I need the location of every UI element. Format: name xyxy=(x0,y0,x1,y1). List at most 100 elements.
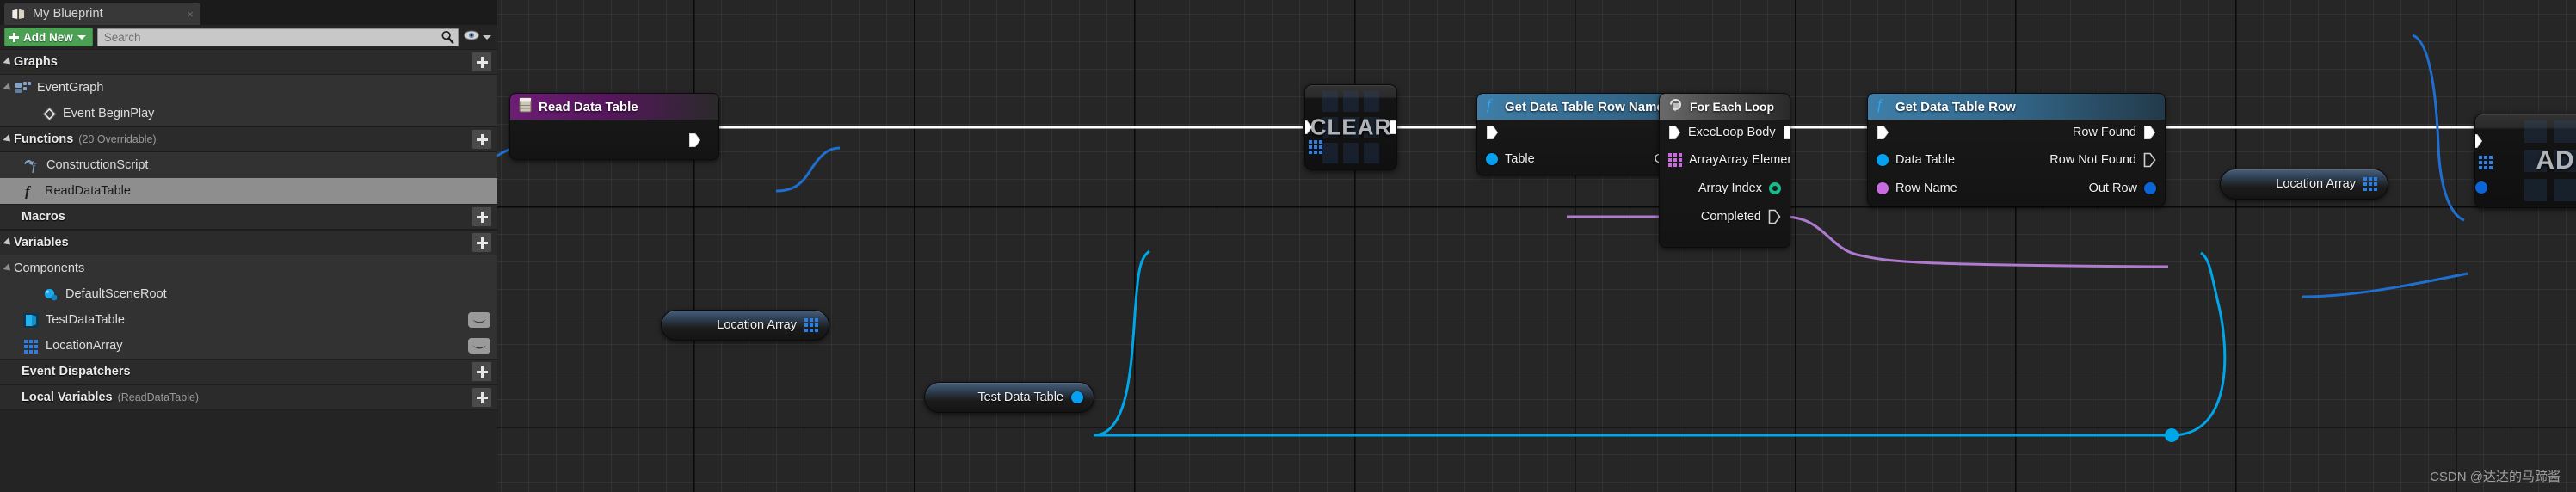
disclosure-triangle-icon[interactable] xyxy=(3,82,14,94)
item-label: TestDataTable xyxy=(46,313,125,327)
chevron-down-icon xyxy=(483,34,491,40)
watermark: CSDN @达达的马蹄酱 xyxy=(2430,470,2561,484)
pin-row-name-in[interactable]: Row Name xyxy=(1868,181,1957,195)
add-button[interactable] xyxy=(471,232,492,253)
variable-label: Location Array xyxy=(2276,177,2356,191)
disclosure-triangle-icon[interactable] xyxy=(3,237,14,249)
event-graph-canvas[interactable]: Read Data Table CLEAR f Get Data Table R… xyxy=(497,0,2576,492)
pin-row-not-found[interactable]: Row Not Found xyxy=(2049,152,2165,168)
tree-item-constructionscript[interactable]: f ConstructionScript xyxy=(0,152,497,178)
exec-arrow-icon xyxy=(1783,125,1790,140)
exec-in-pin[interactable] xyxy=(1305,120,1313,139)
tree-section-variables[interactable]: Variables xyxy=(0,230,497,255)
exec-out-pin[interactable] xyxy=(688,132,710,148)
loop-icon xyxy=(1668,97,1683,116)
pin-table-in[interactable]: Table xyxy=(1477,152,1535,166)
add-button[interactable] xyxy=(471,387,492,408)
node-for-each-loop-real[interactable]: For Each Loop Exec Loop Body Array Array… xyxy=(1659,93,1790,248)
plus-icon xyxy=(476,366,488,378)
node-location-array-left[interactable]: Location Array xyxy=(661,310,829,341)
tree-section-event-dispatchers[interactable]: Event Dispatchers xyxy=(0,359,497,384)
struct-pin-icon xyxy=(2144,181,2156,194)
node-test-data-table[interactable]: Test Data Table xyxy=(924,382,1094,413)
pin-data-table-in[interactable]: Data Table xyxy=(1868,153,1955,167)
array-in-pin[interactable] xyxy=(1309,140,1322,154)
pin-completed[interactable]: Completed xyxy=(1701,209,1790,224)
unreal-blueprint-editor: My Blueprint × Add New Search Graphs Eve… xyxy=(0,0,2576,492)
node-read-data-table[interactable]: Read Data Table xyxy=(509,93,719,160)
array-out-pin[interactable] xyxy=(2363,177,2377,191)
visibility-toggle[interactable] xyxy=(468,338,490,354)
node-get-data-table-row[interactable]: f Get Data Table Row Row Found Data Tabl… xyxy=(1867,93,2166,206)
pin-array-in[interactable]: Array xyxy=(1660,152,1719,167)
item-in-pin[interactable] xyxy=(2475,181,2487,194)
pin-loop-body[interactable]: Loop Body xyxy=(1716,125,1790,140)
tree-item-event-beginplay[interactable]: Event BeginPlay xyxy=(0,101,497,126)
section-sublabel: (ReadDataTable) xyxy=(117,391,200,403)
node-title-label: Get Data Table Row xyxy=(1895,99,2016,114)
pin-exec-in[interactable] xyxy=(1868,125,1889,140)
add-new-label: Add New xyxy=(23,30,73,44)
add-button[interactable] xyxy=(471,361,492,382)
add-new-button[interactable]: Add New xyxy=(4,28,93,46)
tab-my-blueprint[interactable]: My Blueprint × xyxy=(4,3,200,25)
item-label: ReadDataTable xyxy=(45,184,131,198)
array-out-pin[interactable] xyxy=(804,318,818,332)
node-title: f Get Data Table Row xyxy=(1868,94,2165,120)
eye-icon xyxy=(472,318,486,323)
plus-icon xyxy=(476,237,488,249)
tab-label: My Blueprint xyxy=(33,7,103,21)
plus-icon xyxy=(476,56,488,68)
add-button[interactable] xyxy=(471,206,492,227)
tree-section-functions[interactable]: Functions (20 Overridable) xyxy=(0,126,497,152)
section-label: Macros xyxy=(22,210,65,224)
pin-out-row[interactable]: Out Row xyxy=(2089,181,2165,195)
eye-icon xyxy=(472,344,486,348)
tree-item-testdatatable[interactable]: TestDataTable xyxy=(0,307,497,333)
close-icon[interactable]: × xyxy=(187,9,194,20)
plus-icon xyxy=(476,133,488,145)
object-out-pin[interactable] xyxy=(1071,391,1083,403)
tree-item-defaultsceneroot[interactable]: DefaultSceneRoot xyxy=(0,281,497,307)
pin-label: Array Element xyxy=(1718,152,1790,167)
pin-array-element[interactable]: Array Element xyxy=(1719,153,1790,167)
tab-strip: My Blueprint × xyxy=(0,0,497,25)
array-in-pin[interactable] xyxy=(2479,156,2493,169)
construction-script-icon: f xyxy=(23,158,40,173)
disclosure-triangle-icon[interactable] xyxy=(3,262,14,274)
visibility-toggle[interactable] xyxy=(468,312,490,328)
add-button[interactable] xyxy=(471,129,492,150)
pin-exec-in[interactable]: Exec xyxy=(1660,125,1716,140)
svg-text:f: f xyxy=(25,183,32,199)
disclosure-triangle-icon[interactable] xyxy=(3,56,14,68)
tree-section-local-variables[interactable]: Local Variables (ReadDataTable) xyxy=(0,384,497,410)
add-button[interactable] xyxy=(471,52,492,72)
visibility-filter-button[interactable] xyxy=(463,29,493,46)
graph-wires xyxy=(497,34,2474,442)
pin-array-index[interactable]: Array Index xyxy=(1698,181,1790,195)
node-location-array-right[interactable]: Location Array xyxy=(2220,169,2388,200)
exec-in-pin[interactable] xyxy=(2475,133,2483,153)
tree-item-eventgraph[interactable]: EventGraph xyxy=(0,75,497,101)
tree-item-components[interactable]: Components xyxy=(0,255,497,281)
node-clear[interactable]: CLEAR xyxy=(1304,84,1397,170)
exec-in-pin[interactable] xyxy=(1477,125,1499,140)
pin-label: Out Row xyxy=(2088,181,2137,195)
tree-item-readdatatable[interactable]: f ReadDataTable xyxy=(0,178,497,204)
pin-row-found[interactable]: Row Found xyxy=(2073,125,2165,140)
search-input[interactable]: Search xyxy=(96,28,459,46)
datatable-var-icon xyxy=(23,312,40,329)
tree-item-locationarray[interactable]: LocationArray xyxy=(0,333,497,359)
tree-section-graphs[interactable]: Graphs xyxy=(0,49,497,75)
node-add[interactable]: ADD xyxy=(2474,114,2576,208)
disclosure-triangle-icon[interactable] xyxy=(3,133,14,145)
tree-section-macros[interactable]: Macros xyxy=(0,204,497,230)
exec-out-pin[interactable] xyxy=(1389,120,1396,139)
